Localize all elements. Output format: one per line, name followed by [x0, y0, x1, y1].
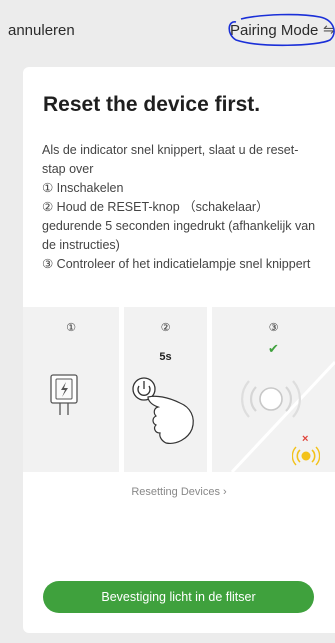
top-bar: annuleren Pairing Mode ⇋ [0, 0, 335, 60]
instruction-list: Als de indicator snel knippert, slaat u … [42, 141, 317, 274]
step-panel-2: ② 5s [124, 307, 207, 472]
step-number: ② [160, 322, 171, 334]
instruction-intro: Als de indicator snel knippert, slaat u … [42, 143, 299, 176]
cancel-button[interactable]: annuleren [8, 22, 75, 39]
swap-icon[interactable]: ⇋ [323, 21, 335, 38]
plug-icon [50, 374, 78, 415]
blinking-light-icon [241, 380, 301, 418]
instruction-step-1: ① Inschakelen [42, 181, 124, 195]
error-x-icon: × [302, 433, 309, 445]
hold-duration: 5s [159, 351, 172, 363]
instruction-card: Reset the device first. Als de indicator… [23, 67, 335, 633]
step-panel-3: ③ ✔ × [212, 307, 335, 472]
confirm-blinking-button[interactable]: Bevestiging licht in de flitser [43, 581, 314, 613]
pairing-mode-button[interactable]: Pairing Mode [230, 22, 318, 39]
press-button-icon [132, 377, 194, 444]
page-title: Reset the device first. [43, 93, 261, 116]
instruction-step-2: ② Houd de RESET-knop （schakelaar） gedure… [42, 200, 316, 252]
step-number: ① [66, 322, 76, 334]
step-panel-1: ① [23, 307, 119, 472]
reset-illustration: ① ② 5s ③ ✔ × [23, 307, 335, 472]
slow-blink-light-icon [292, 446, 320, 466]
resetting-devices-link[interactable]: Resetting Devices › [23, 486, 335, 498]
instruction-step-3: ③ Controleer of het indicatielampje snel… [42, 257, 311, 271]
